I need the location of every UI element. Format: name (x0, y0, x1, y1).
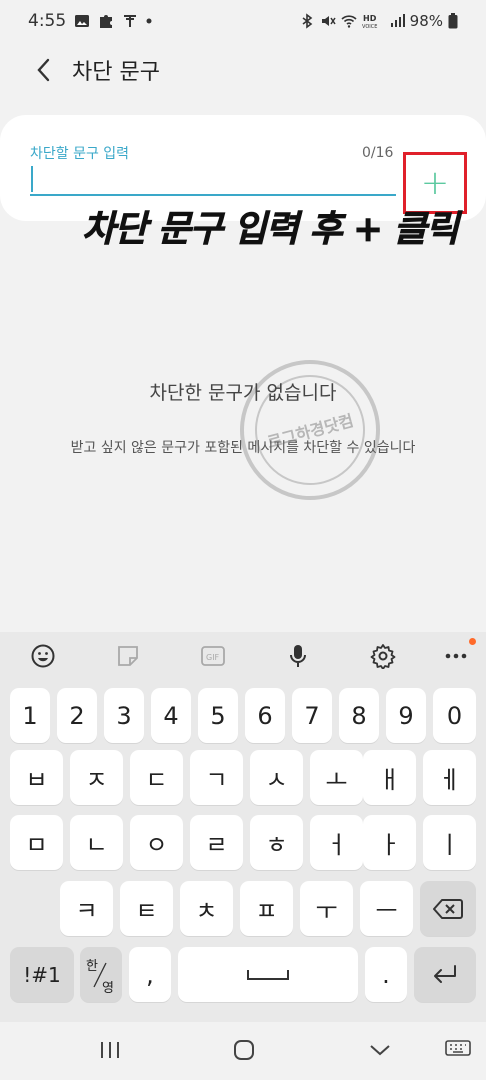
space-key[interactable] (178, 947, 358, 1002)
key-digeut[interactable]: ㄷ (130, 750, 183, 805)
empty-state-description: 받고 싶지 않은 문구가 포함된 메시지를 차단할 수 있습니다 (70, 440, 416, 456)
more-icon (445, 653, 467, 659)
sticker-icon (118, 646, 138, 666)
key-e[interactable]: ㅔ (423, 750, 476, 805)
voice-input-button[interactable] (274, 632, 322, 680)
chevron-left-icon (37, 58, 50, 82)
key-nieun[interactable]: ㄴ (70, 815, 123, 870)
key-tieut[interactable]: ㅌ (120, 881, 173, 936)
empty-state-title: 차단한 문구가 없습니다 (149, 382, 337, 404)
key-6[interactable]: 6 (245, 688, 285, 743)
keyboard-toolbar: GIF (0, 632, 486, 680)
input-label: 차단할 문구 입력 (30, 146, 130, 162)
key-u[interactable]: ㅜ (300, 881, 353, 936)
home-button[interactable] (222, 1030, 266, 1070)
enter-key[interactable] (414, 947, 476, 1002)
keyboard-icon (445, 1040, 471, 1056)
svg-text:GIF: GIF (206, 653, 220, 662)
slash-icon (93, 962, 107, 988)
recent-apps-icon (101, 1042, 119, 1058)
key-i[interactable]: ㅣ (423, 815, 476, 870)
home-icon (234, 1040, 254, 1060)
signal-icon (390, 14, 405, 27)
lang-english-label: 영 (102, 981, 114, 996)
mic-icon (290, 645, 306, 667)
wifi-icon (341, 15, 357, 28)
svg-text:HD: HD (363, 14, 377, 23)
period-key[interactable]: . (365, 947, 407, 1002)
puzzle-icon (100, 15, 113, 28)
key-rieul[interactable]: ㄹ (190, 815, 243, 870)
backspace-key[interactable] (420, 881, 476, 936)
blocked-phrase-input[interactable] (30, 162, 396, 196)
language-key[interactable]: 한 영 (80, 947, 122, 1002)
key-siot[interactable]: ㅅ (250, 750, 303, 805)
key-0[interactable]: 0 (433, 688, 476, 743)
watermark-stamp: 로그하경닷컴 (224, 344, 396, 516)
image-icon (75, 15, 90, 27)
key-a[interactable]: ㅏ (363, 815, 416, 870)
settings-icon (370, 644, 396, 669)
app-bar: 차단 문구 (0, 46, 486, 94)
more-options-button[interactable] (432, 632, 480, 680)
space-icon (247, 969, 289, 980)
recent-apps-button[interactable] (88, 1030, 132, 1070)
key-7[interactable]: 7 (292, 688, 332, 743)
keyboard-settings-button[interactable] (359, 632, 407, 680)
key-5[interactable]: 5 (198, 688, 238, 743)
emoji-icon (31, 644, 55, 668)
key-9[interactable]: 9 (386, 688, 426, 743)
key-2[interactable]: 2 (57, 688, 97, 743)
text-cursor (31, 166, 33, 192)
back-nav-button[interactable] (358, 1030, 402, 1070)
key-pieup[interactable]: ㅍ (240, 881, 293, 936)
back-button[interactable] (22, 48, 66, 92)
bluetooth-icon (302, 13, 312, 29)
gif-button[interactable]: GIF (189, 632, 237, 680)
instruction-annotation: 차단 문구 입력 후 + 클릭 (82, 209, 460, 251)
key-eo[interactable]: ㅓ (310, 815, 363, 870)
key-4[interactable]: 4 (151, 688, 191, 743)
dot-icon (146, 18, 152, 24)
key-jieut[interactable]: ㅈ (70, 750, 123, 805)
status-bar: 4:55 HD VOICE 98% (0, 0, 486, 42)
mute-icon (321, 16, 336, 26)
battery-icon (448, 13, 458, 29)
svg-text:VOICE: VOICE (362, 24, 377, 29)
gif-icon: GIF (201, 646, 225, 666)
key-kieuk[interactable]: ㅋ (60, 881, 113, 936)
sticker-button[interactable] (104, 632, 152, 680)
hd-voice-icon: HDVOICE (362, 14, 377, 29)
key-chieut[interactable]: ㅊ (180, 881, 233, 936)
key-eu[interactable]: ㅡ (360, 881, 413, 936)
key-ae[interactable]: ㅐ (363, 750, 416, 805)
key-hieut[interactable]: ㅎ (250, 815, 303, 870)
page-title: 차단 문구 (72, 60, 160, 85)
char-counter: 0/16 (362, 145, 394, 161)
key-3[interactable]: 3 (104, 688, 144, 743)
key-ieung[interactable]: ㅇ (130, 815, 183, 870)
enter-icon (434, 964, 456, 983)
keyboard-toggle-button[interactable] (436, 1030, 480, 1070)
back-icon (370, 1045, 390, 1056)
backspace-icon (433, 898, 463, 919)
emoji-button[interactable] (19, 632, 67, 680)
key-bieup[interactable]: ㅂ (10, 750, 63, 805)
key-mieum[interactable]: ㅁ (10, 815, 63, 870)
key-giyeok[interactable]: ㄱ (190, 750, 243, 805)
comma-key[interactable]: , (129, 947, 171, 1002)
status-time: 4:55 (28, 11, 67, 31)
symbols-key[interactable]: !#1 (10, 947, 74, 1002)
key-1[interactable]: 1 (10, 688, 50, 743)
notification-dot (469, 638, 476, 645)
t-icon (124, 15, 137, 27)
key-o-vowel[interactable]: ㅗ (310, 750, 363, 805)
battery-percent: 98% (409, 12, 443, 30)
key-8[interactable]: 8 (339, 688, 379, 743)
plus-icon: + (420, 163, 450, 203)
